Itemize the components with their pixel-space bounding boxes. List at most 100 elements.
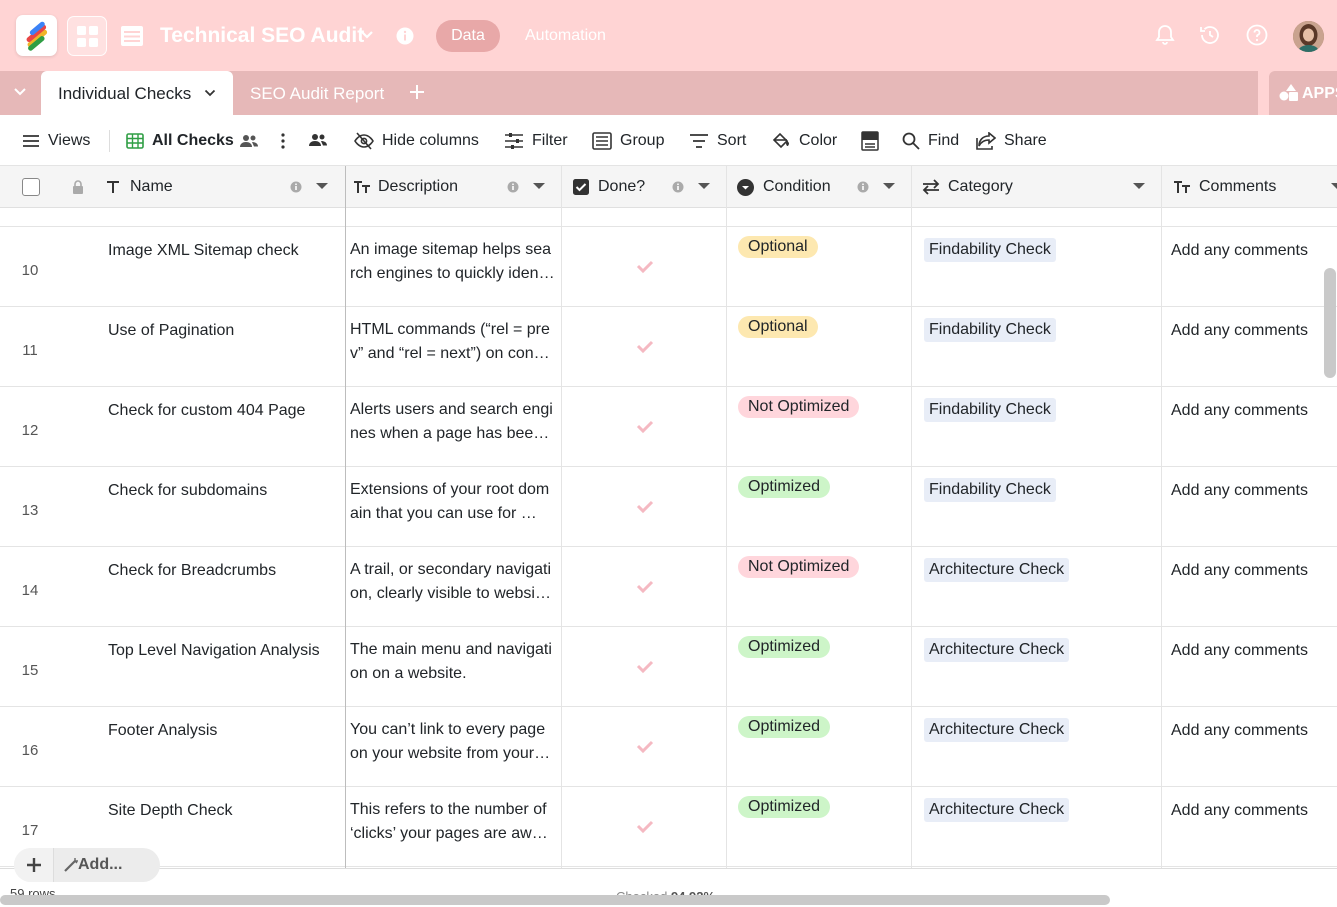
category-chip[interactable]: Findability Check [924, 398, 1056, 422]
people-icon[interactable] [308, 132, 328, 148]
horizontal-scrollbar[interactable] [0, 895, 1110, 905]
base-title[interactable]: Technical SEO Audit [160, 24, 364, 48]
condition-badge[interactable]: Optimized [738, 636, 831, 658]
description-cell[interactable]: Extensions of your root domain that you … [350, 467, 556, 533]
name-cell[interactable]: Check for Breadcrumbs [108, 547, 338, 627]
current-view-button[interactable]: All Checks [126, 130, 234, 152]
category-chip[interactable]: Architecture Check [924, 718, 1070, 742]
share-button[interactable]: Share [976, 130, 1047, 152]
find-button[interactable]: Find [902, 130, 959, 152]
data-nav-button[interactable]: Data [436, 20, 500, 52]
description-cell[interactable]: HTML commands (“rel = prev” and “rel = n… [350, 307, 556, 373]
condition-badge[interactable]: Optional [738, 316, 818, 338]
add-row-button[interactable] [14, 848, 54, 882]
category-chip[interactable]: Findability Check [924, 238, 1056, 262]
chevron-down-icon[interactable] [1330, 182, 1337, 191]
checkmark-icon[interactable] [636, 337, 654, 355]
checkmark-icon[interactable] [636, 497, 654, 515]
views-button[interactable]: Views [22, 130, 90, 152]
column-header-name[interactable]: Name [106, 166, 173, 208]
description-cell[interactable]: Alerts users and search engines when a p… [350, 387, 556, 453]
description-cell[interactable]: The main menu and navigation on a websit… [350, 627, 556, 693]
checkmark-icon[interactable] [636, 417, 654, 435]
name-cell[interactable]: Check for custom 404 Page [108, 387, 338, 467]
bell-icon[interactable] [1153, 23, 1177, 47]
category-chip[interactable]: Architecture Check [924, 558, 1070, 582]
name-cell[interactable]: Footer Analysis [108, 707, 338, 787]
comments-cell[interactable]: Add any comments [1171, 627, 1308, 707]
comments-cell[interactable]: Add any comments [1171, 307, 1308, 387]
chevron-down-icon[interactable] [532, 182, 546, 191]
hide-columns-button[interactable]: Hide columns [354, 130, 479, 152]
category-chip[interactable]: Architecture Check [924, 638, 1070, 662]
chevron-down-icon[interactable] [1132, 182, 1146, 191]
info-icon[interactable] [290, 181, 302, 193]
info-icon[interactable] [396, 27, 414, 45]
comments-cell[interactable]: Add any comments [1171, 387, 1308, 467]
chevron-down-icon[interactable] [697, 182, 711, 191]
condition-badge[interactable]: Optimized [738, 796, 831, 818]
chevron-down-icon[interactable] [204, 89, 216, 97]
add-with-form-label[interactable]: Add... [78, 856, 122, 874]
category-chip[interactable]: Architecture Check [924, 798, 1070, 822]
column-header-description[interactable]: Description [353, 166, 458, 208]
checkmark-icon[interactable] [636, 817, 654, 835]
table-row[interactable]: 16 Footer Analysis You can’t link to eve… [0, 707, 1337, 787]
description-cell[interactable]: A trail, or secondary navigation, clearl… [350, 547, 556, 613]
magic-wand-icon[interactable] [63, 857, 79, 873]
chevron-down-icon[interactable] [315, 182, 329, 191]
table-row[interactable]: 11 Use of Pagination HTML commands (“rel… [0, 307, 1337, 387]
tab-seo-audit-report[interactable]: SEO Audit Report [250, 84, 384, 104]
info-icon[interactable] [507, 181, 519, 193]
chevron-down-icon[interactable] [360, 30, 374, 40]
row-height-icon[interactable] [861, 131, 879, 151]
description-cell[interactable]: You can’t link to every page on your web… [350, 707, 556, 773]
checkmark-icon[interactable] [636, 737, 654, 755]
column-header-done[interactable]: Done? [573, 166, 645, 208]
sort-button[interactable]: Sort [689, 130, 746, 152]
table-row[interactable]: 12 Check for custom 404 Page Alerts user… [0, 387, 1337, 467]
category-chip[interactable]: Findability Check [924, 318, 1056, 342]
comments-cell[interactable]: Add any comments [1171, 707, 1308, 787]
condition-badge[interactable]: Not Optimized [738, 396, 860, 418]
checkmark-icon[interactable] [636, 577, 654, 595]
table-row[interactable]: 14 Check for Breadcrumbs A trail, or sec… [0, 547, 1337, 627]
base-menu-button[interactable] [67, 16, 107, 56]
info-icon[interactable] [857, 181, 869, 193]
name-cell[interactable]: Top Level Navigation Analysis [108, 627, 338, 707]
table-row[interactable]: 17 Site Depth Check This refers to the n… [0, 787, 1337, 867]
name-cell[interactable]: Image XML Sitemap check [108, 227, 338, 307]
automation-nav-button[interactable]: Automation [525, 27, 606, 45]
chevron-down-icon[interactable] [882, 182, 896, 191]
name-cell[interactable]: Use of Pagination [108, 307, 338, 387]
chevron-down-icon[interactable] [8, 84, 32, 100]
app-logo[interactable] [16, 15, 57, 56]
condition-badge[interactable]: Not Optimized [738, 556, 860, 578]
select-all-checkbox[interactable] [22, 178, 40, 196]
history-icon[interactable] [1198, 23, 1222, 47]
column-header-comments[interactable]: Comments [1173, 166, 1276, 208]
group-button[interactable]: Group [592, 130, 664, 152]
table-row[interactable]: 13 Check for subdomains Extensions of yo… [0, 467, 1337, 547]
add-tab-icon[interactable] [408, 83, 426, 101]
checkmark-icon[interactable] [636, 657, 654, 675]
comments-cell[interactable]: Add any comments [1171, 227, 1308, 307]
help-icon[interactable] [1245, 23, 1269, 47]
color-button[interactable]: Color [771, 130, 837, 152]
info-icon[interactable] [672, 181, 684, 193]
condition-badge[interactable]: Optimized [738, 716, 831, 738]
checkmark-icon[interactable] [636, 257, 654, 275]
name-cell[interactable]: Check for subdomains [108, 467, 338, 547]
table-row[interactable]: 10 Image XML Sitemap check An image site… [0, 227, 1337, 307]
description-cell[interactable]: An image sitemap helps search engines to… [350, 227, 556, 293]
description-cell[interactable]: This refers to the number of ‘clicks’ yo… [350, 787, 556, 853]
vertical-scrollbar[interactable] [1324, 268, 1336, 378]
comments-cell[interactable]: Add any comments [1171, 547, 1308, 627]
more-options-icon[interactable] [279, 132, 287, 150]
user-avatar[interactable] [1293, 21, 1324, 52]
column-header-condition[interactable]: Condition [737, 166, 831, 208]
comments-cell[interactable]: Add any comments [1171, 787, 1308, 867]
condition-badge[interactable]: Optimized [738, 476, 831, 498]
column-header-category[interactable]: Category [922, 166, 1013, 208]
table-row[interactable]: 15 Top Level Navigation Analysis The mai… [0, 627, 1337, 707]
